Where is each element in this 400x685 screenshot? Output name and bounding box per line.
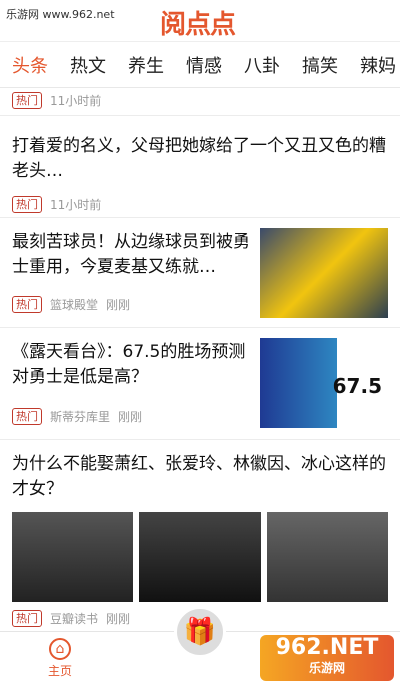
gift-button[interactable]: 🎁 [174,606,226,658]
hot-tag: 热门 [12,92,42,109]
tab-emotion[interactable]: 情感 [186,52,222,78]
list-item[interactable]: 为什么不能娶萧红、张爱玲、林徽因、冰心这样的才女？ 热门 豆瓣读书 刚刚 [0,440,400,630]
article-title: 《露天看台》：67.5的胜场预测对勇士是低是高？ [12,342,246,387]
tab-health[interactable]: 养生 [128,52,164,78]
hot-tag: 热门 [12,408,42,425]
list-item[interactable]: 热门 11小时前 [0,88,400,116]
app-header: 乐游网 www.962.net 阅点点 [0,0,400,42]
hot-tag: 热门 [12,196,42,213]
tab-headlines[interactable]: 头条 [12,52,48,78]
home-nav-item[interactable]: ⌂ 主页 [48,638,72,679]
site-logo-sub: 乐游网 [308,661,345,675]
app-logo: 阅点点 [160,10,236,40]
source-label: 斯蒂芬库里 [50,410,111,424]
article-thumbnail: 67.5 [260,338,388,428]
thumbnail-number: 67.5 [332,374,382,398]
time-label: 11小时前 [50,94,102,108]
hot-tag: 热门 [12,296,42,313]
article-thumbnail [260,228,388,318]
list-item[interactable]: 最刻苦球员！从边缘球员到被勇士重用，今夏麦基又练就… 热门 篮球殿堂 刚刚 [0,218,400,328]
time-label: 刚刚 [118,410,143,424]
article-title: 打着爱的名义，父母把她嫁给了一个又丑又色的糟老头… [12,136,386,181]
article-title: 为什么不能娶萧红、张爱玲、林徽因、冰心这样的才女？ [12,454,386,499]
list-item[interactable]: 《露天看台》：67.5的胜场预测对勇士是低是高？ 热门 斯蒂芬库里 刚刚 67.… [0,328,400,440]
home-icon: ⌂ [49,638,71,660]
tab-funny[interactable]: 搞笑 [302,52,338,78]
time-label: 11小时前 [50,198,102,212]
image-gallery [12,512,388,602]
watermark: 乐游网 www.962.net [6,8,115,21]
tab-hot[interactable]: 热文 [70,52,106,78]
site-logo: 962.NET 乐游网 [260,635,394,681]
home-label: 主页 [48,664,73,678]
article-image [139,512,261,602]
article-image [266,512,388,602]
tab-mom[interactable]: 辣妈 [360,52,396,78]
article-image [12,512,134,602]
gift-icon: 🎁 [183,617,217,647]
bottom-navigation: ⌂ 主页 🎁 962.NET 乐游网 [0,606,400,685]
article-title: 最刻苦球员！从边缘球员到被勇士重用，今夏麦基又练就… [12,232,250,277]
news-feed: 热门 11小时前 打着爱的名义，父母把她嫁给了一个又丑又色的糟老头… 热门 11… [0,88,400,630]
list-item[interactable]: 打着爱的名义，父母把她嫁给了一个又丑又色的糟老头… 热门 11小时前 [0,116,400,218]
time-label: 刚刚 [106,612,131,626]
tab-gossip[interactable]: 八卦 [244,52,280,78]
source-label: 篮球殿堂 [50,298,99,312]
site-logo-main: 962.NET [275,635,379,660]
source-label: 豆瓣读书 [50,612,99,626]
hot-tag: 热门 [12,610,42,627]
category-tabs: 头条 热文 养生 情感 八卦 搞笑 辣妈 [0,42,400,88]
time-label: 刚刚 [106,298,131,312]
